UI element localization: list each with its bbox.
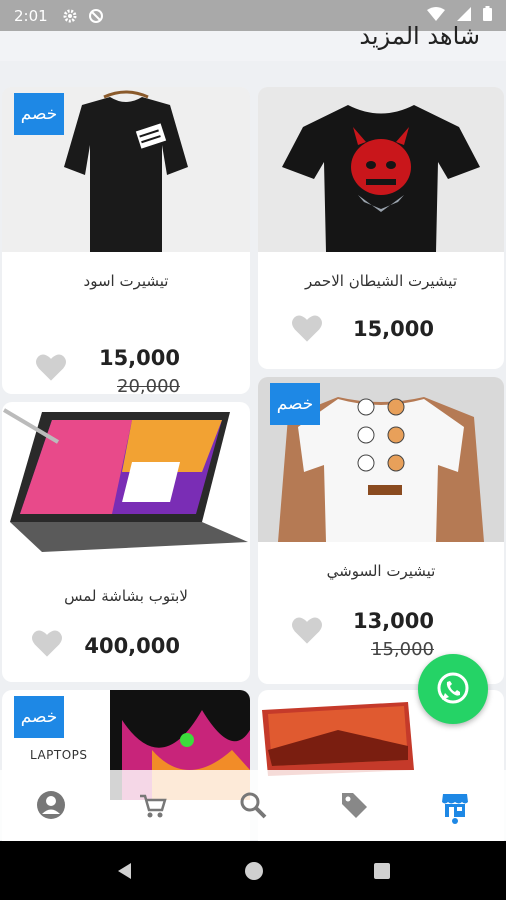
nav-search[interactable] [228, 780, 278, 830]
recents-icon[interactable] [373, 862, 391, 880]
whatsapp-button[interactable] [418, 654, 488, 724]
active-indicator [452, 818, 459, 824]
product-image [258, 87, 504, 252]
data-saver-icon [88, 8, 104, 24]
product-name: تيشيرت السوشي [326, 562, 436, 580]
product-name: تيشيرت الشيطان الاحمر [304, 272, 458, 290]
category-label: LAPTOPS [30, 748, 88, 762]
product-card[interactable]: لابتوب بشاشة لمس 400,000 [2, 402, 250, 682]
tag-icon [342, 793, 368, 818]
product-card[interactable]: خصم تيشيرت السوشي 13,000 15,000 [258, 377, 504, 684]
nav-store[interactable] [430, 780, 480, 830]
discount-badge: خصم [14, 93, 64, 135]
product-card[interactable]: خصم تيشيرت اسود 15,000 20,000 [2, 87, 250, 394]
favorite-heart-icon[interactable] [290, 313, 324, 343]
store-icon [442, 794, 469, 817]
page-title: شاهد المزيد [359, 22, 480, 50]
favorite-heart-icon[interactable] [290, 615, 324, 645]
product-price: 400,000 [84, 634, 180, 658]
battery-icon [483, 6, 492, 25]
product-price: 13,000 [352, 609, 434, 633]
cart-icon [139, 794, 167, 818]
product-price: 15,000 [98, 346, 180, 370]
status-time: 2:01 [14, 6, 48, 25]
product-name: تيشيرت اسود [83, 272, 169, 290]
search-icon [240, 792, 267, 819]
product-grid[interactable]: تيشيرت الشيطان الاحمر 15,000 خصم تيشيرت … [0, 61, 506, 841]
discount-badge: خصم [270, 383, 320, 425]
settings-icon [62, 8, 78, 24]
favorite-heart-icon[interactable] [30, 628, 64, 658]
favorite-heart-icon[interactable] [34, 352, 68, 382]
system-nav-bar [0, 841, 506, 900]
product-name: لابتوب بشاشة لمس [64, 587, 188, 605]
product-price: 15,000 [352, 317, 434, 341]
nav-offers[interactable] [329, 780, 379, 830]
product-old-price: 15,000 [371, 639, 434, 660]
profile-icon [36, 791, 65, 819]
nav-cart[interactable] [127, 780, 177, 830]
back-icon[interactable] [115, 861, 135, 881]
bottom-navigation [0, 770, 506, 840]
product-old-price: 20,000 [117, 376, 180, 394]
whatsapp-icon [437, 672, 469, 704]
product-card[interactable]: تيشيرت الشيطان الاحمر 15,000 [258, 87, 504, 369]
nav-profile[interactable] [26, 780, 76, 830]
discount-badge: خصم [14, 696, 64, 738]
product-image [2, 402, 250, 567]
home-icon[interactable] [244, 861, 264, 881]
